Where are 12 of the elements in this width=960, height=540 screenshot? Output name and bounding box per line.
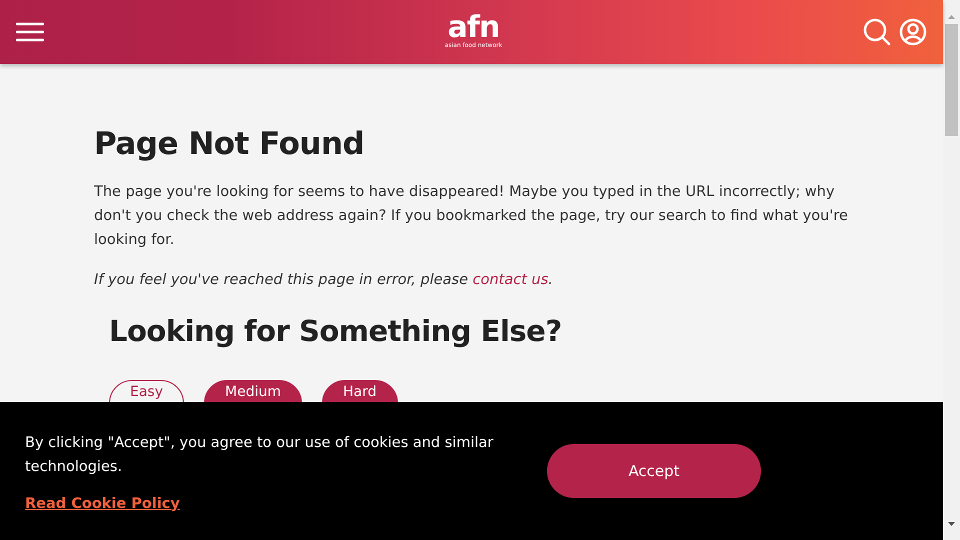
contact-link[interactable]: contact us [472, 272, 548, 288]
logo[interactable]: afn [448, 14, 500, 42]
menu-icon[interactable] [16, 22, 44, 42]
search-icon[interactable] [863, 18, 891, 46]
cookie-notice: By clicking "Accept", you agree to our use of cookies and similar technologies. [25, 434, 494, 476]
error-message: The page you're looking for seems to have disappeared! Maybe you typed in the URL incorrectly; why don't you check the web address again? If you bookmarked the page, try our search to find what you're looking for. [94, 183, 849, 250]
user-icon[interactable] [899, 18, 927, 46]
section-title: Looking for Something Else? [109, 314, 563, 348]
cookie-policy-link[interactable]: Read Cookie Policy [25, 496, 180, 512]
page-title: Page Not Found [94, 126, 366, 162]
accept-button[interactable]: Accept [547, 444, 761, 498]
error-note: If you feel you've reached this page in error, please contact us. [94, 271, 554, 290]
